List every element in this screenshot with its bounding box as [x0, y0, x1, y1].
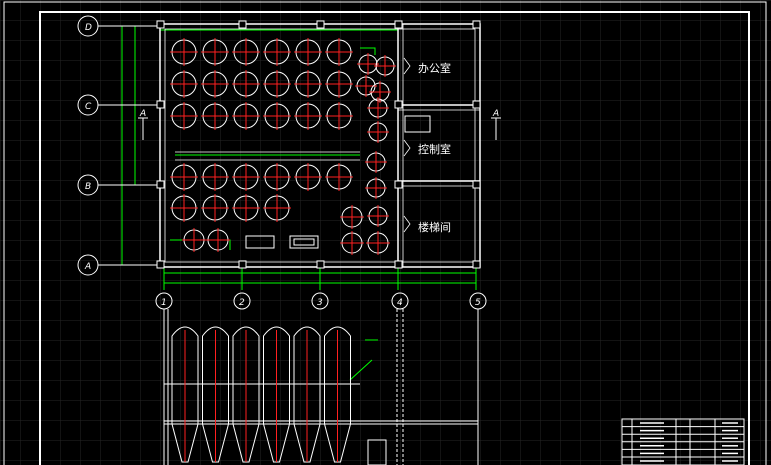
axis-label-1: 1 — [161, 298, 167, 308]
room-control-label: 控制室 — [418, 142, 451, 156]
axis-label-5: 5 — [475, 298, 481, 308]
cad-drawing: D C B A 1 2 3 4 5 办公室 控制室 楼梯间 A A — [0, 0, 771, 465]
axis-label-d: D — [85, 23, 92, 33]
axis-label-b: B — [85, 182, 91, 192]
room-office-label: 办公室 — [418, 61, 451, 75]
axis-label-a: A — [84, 262, 91, 272]
axis-label-2: 2 — [239, 298, 245, 308]
axis-label-3: 3 — [317, 298, 323, 308]
axis-label-c: C — [85, 102, 92, 112]
axis-label-4: 4 — [397, 298, 403, 308]
room-stairs-label: 楼梯间 — [418, 220, 451, 234]
section-mark-right-label: A — [492, 109, 499, 119]
section-mark-left-label: A — [139, 109, 146, 119]
